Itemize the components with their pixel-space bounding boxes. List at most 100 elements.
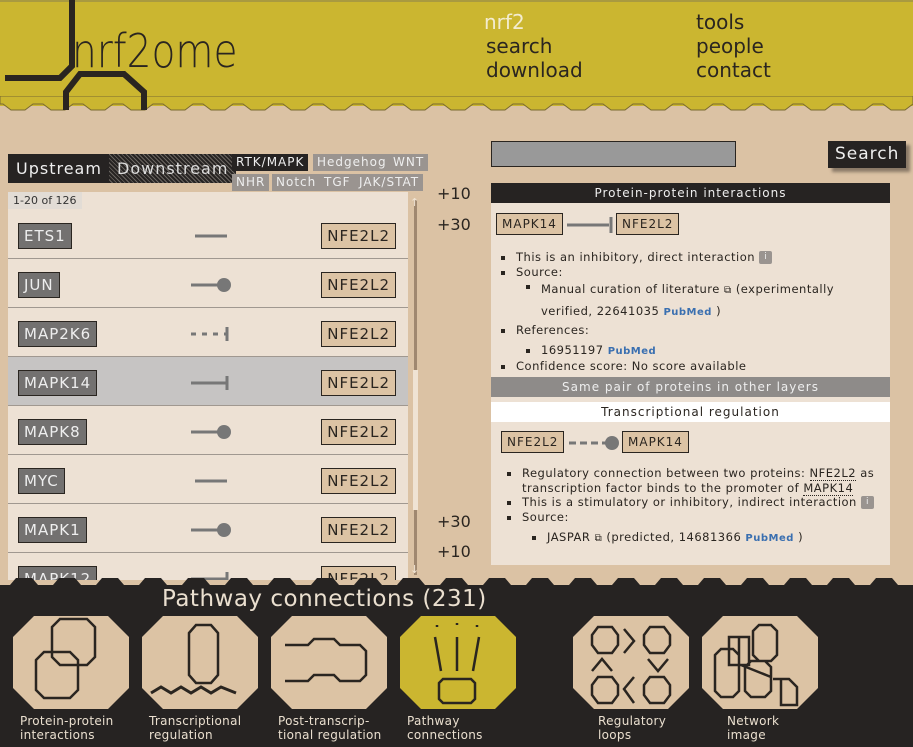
inhibitory-edge-icon [191,376,229,390]
target-protein[interactable]: NFE2L2 [321,468,396,494]
layer-title: Pathway connections (231) [162,586,487,612]
regulation-description: Regulatory connection between two protei… [497,466,887,496]
source-link[interactable]: Manual curation of literature [541,282,720,296]
tile-label-pathway-connections[interactable]: Pathway connections [407,714,483,742]
info-icon[interactable]: i [861,496,875,509]
source-protein[interactable]: MAP2K6 [18,321,98,347]
source-protein[interactable]: MAPK8 [18,419,87,445]
source-label: Source: [516,264,563,279]
reference-entry: 16951197 PubMed [516,343,881,360]
nav-download[interactable]: download [486,58,583,82]
pubmed-link[interactable]: PubMed [745,533,794,544]
pubmed-link[interactable]: PubMed [663,307,712,318]
nav-tools[interactable]: tools [696,10,744,34]
jaspar-link[interactable]: JASPAR [547,530,590,544]
source-protein[interactable]: MAPK1 [18,517,87,543]
tile-protein-protein-interactions[interactable] [12,615,130,710]
detail-source-protein[interactable]: MAPK14 [496,213,563,235]
list-scrollbar-thumb[interactable] [413,370,418,510]
search-button[interactable]: Search [828,141,907,168]
table-row[interactable]: MAPK1 NFE2L2 [8,504,408,553]
tile-label-regulatory-loops[interactable]: Regulatory loops [598,714,666,742]
pubmed-link[interactable]: PubMed [608,346,657,357]
stimulatory-edge-icon [191,278,231,292]
target-protein[interactable]: NFE2L2 [321,223,396,249]
other-layers-header: Same pair of proteins in other layers [491,377,890,397]
search-input[interactable] [491,141,736,167]
tile-transcriptional-regulation[interactable] [141,615,259,710]
source-detail-close: ) [716,304,722,318]
target-protein[interactable]: NFE2L2 [321,272,396,298]
source-protein[interactable]: MYC [18,468,65,494]
target-protein[interactable]: NFE2L2 [321,419,396,445]
tile-pathway-connections[interactable] [399,615,517,710]
protein-protein-interactions-icon [13,616,129,709]
scroll-up-arrow-icon[interactable]: ↑ [410,196,419,209]
tile-label-line1: Regulatory [598,714,667,728]
tile-label-line2: regulation [149,728,213,742]
references-item: References: 16951197 PubMed [491,323,881,359]
tile-label-line2: image [727,728,766,742]
source-protein[interactable]: ETS1 [18,223,72,249]
detail-target-protein[interactable]: NFE2L2 [616,213,680,235]
jump-down-10[interactable]: +10 [437,542,471,561]
table-row[interactable]: ETS1 NFE2L2 [8,210,408,259]
table-row[interactable]: MAPK14 NFE2L2 [8,357,408,406]
category-nhr[interactable]: NHR [232,174,270,191]
tile-label-protein-protein-interactions[interactable]: Protein-protein interactions [20,714,114,742]
target-protein[interactable]: NFE2L2 [321,370,396,396]
table-row[interactable]: MAP2K6 NFE2L2 [8,308,408,357]
tile-label-network-image[interactable]: Network image [727,714,779,742]
tile-label-line2: tional regulation [278,728,382,742]
tile-label-line1: Post-transcrip- [278,714,370,728]
network-image-icon [702,616,818,709]
detail-title: Protein-protein interactions [491,183,890,203]
transcriptional-regulation-icon [142,616,258,709]
nav-search[interactable]: search [486,34,552,58]
layer-source-entry: JASPAR ⧉ (predicted, 14681366 PubMed ) [522,530,887,547]
category-hedgehog[interactable]: Hedgehog [313,154,391,171]
tf-link[interactable]: NFE2L2 [809,466,857,481]
layer-target-protein[interactable]: MAPK14 [622,431,689,453]
nav-people[interactable]: people [696,34,764,58]
table-row[interactable]: MAPK8 NFE2L2 [8,406,408,455]
jump-up-30[interactable]: +30 [437,215,471,234]
category-jak-stat[interactable]: JAK/STAT [355,174,424,191]
tile-post-transcriptional-regulation[interactable] [270,615,388,710]
tile-regulatory-loops[interactable] [572,615,690,710]
stimulatory-edge-icon [191,425,231,439]
layer-type-text: This is a stimulatory or inhibitory, ind… [522,495,857,509]
interaction-list: 1-20 of 126 ETS1 NFE2L2 JUN NFE2L2 MAP2K6 … [8,192,408,580]
source-protein[interactable]: MAPK14 [18,370,98,396]
post-transcriptional-regulation-icon [271,616,387,709]
table-row[interactable]: MYC NFE2L2 [8,455,408,504]
stimulatory-indirect-edge-icon [569,436,619,450]
tile-label-post-transcriptional-regulation[interactable]: Post-transcrip-tional regulation [278,714,382,742]
tab-upstream[interactable]: Upstream [8,154,110,183]
category-rtk-mapk[interactable]: RTK/MAPK [232,154,309,171]
layer-source-protein[interactable]: NFE2L2 [501,431,565,453]
category-tgf[interactable]: TGF [320,174,355,191]
category-wnt[interactable]: WNT [389,154,429,171]
jump-up-10[interactable]: +10 [437,184,471,203]
gene-link[interactable]: MAPK14 [803,480,854,496]
tile-label-line1: Network [727,714,780,728]
source-protein[interactable]: JUN [18,272,60,298]
confidence-score: Confidence score: No score available [491,359,881,374]
category-notch[interactable]: Notch [272,174,321,191]
nav-nrf2[interactable]: nrf2 [484,10,525,34]
nav-contact[interactable]: contact [696,58,771,82]
target-protein[interactable]: NFE2L2 [321,517,396,543]
target-protein[interactable]: NFE2L2 [321,321,396,347]
tab-downstream[interactable]: Downstream [109,154,237,183]
table-row[interactable]: JUN NFE2L2 [8,259,408,308]
tile-label-transcriptional-regulation[interactable]: Transcriptional regulation [149,714,241,742]
inhibitory-indirect-edge-icon [191,327,229,341]
logo[interactable]: nrf2ome [72,24,238,78]
info-icon[interactable]: i [759,251,773,264]
result-count: 1-20 of 126 [8,192,82,209]
tile-network-image[interactable] [701,615,819,710]
jump-down-30[interactable]: +30 [437,512,471,531]
external-link-icon: ⧉ [724,285,732,296]
tile-label-line2: connections [407,728,483,742]
